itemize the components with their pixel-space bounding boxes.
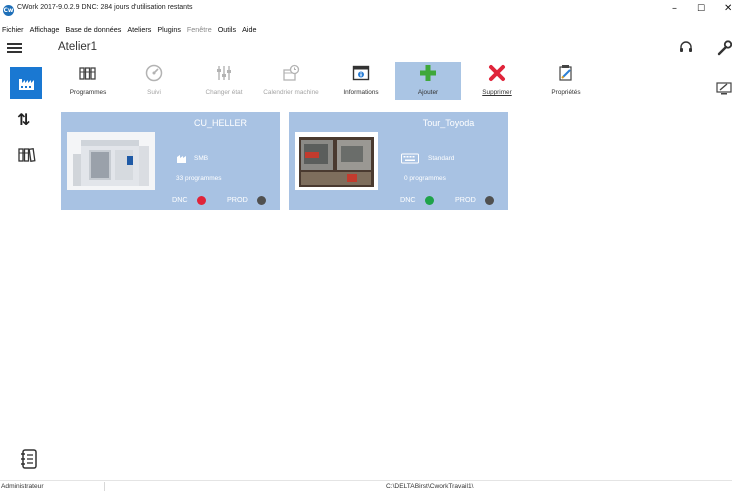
journal-icon[interactable] — [20, 449, 38, 469]
factory-icon — [19, 79, 34, 90]
menu-aide[interactable]: Aide — [239, 23, 259, 37]
machine-card[interactable]: Tour_Toyoda Standard 0 programmes DNC PR… — [289, 112, 508, 210]
program-count: 33 programmes — [176, 175, 222, 182]
keyboard-icon — [401, 153, 419, 164]
menu-fichier[interactable]: Fichier — [0, 23, 27, 37]
supprimer-button[interactable]: Supprimer — [464, 62, 530, 100]
close-button[interactable]: ✕ — [724, 3, 732, 15]
headset-icon[interactable] — [679, 40, 693, 54]
calendar-clock-icon — [283, 64, 300, 81]
calendrier-machine-label: Calendrier machine — [263, 89, 319, 96]
page-title: Atelier1 — [58, 41, 97, 53]
status-divider — [104, 482, 105, 491]
program-count: 0 programmes — [404, 175, 446, 182]
programmes-label: Programmes — [69, 89, 107, 96]
machine-card[interactable]: CU_HELLER SMB 33 programmes DNC PROD — [61, 112, 280, 210]
window-title: CWork 2017-9.0.2.9 DNC: 284 jours d'util… — [17, 4, 193, 11]
monitor-edit-icon[interactable] — [716, 80, 732, 96]
plus-icon — [420, 65, 436, 81]
machine-type: Standard — [428, 155, 455, 162]
machine-name: Tour_Toyoda — [422, 118, 475, 128]
supprimer-label: Supprimer — [482, 89, 512, 96]
ajouter-button[interactable]: Ajouter — [395, 62, 461, 100]
status-user: Administrateur — [1, 483, 44, 490]
wrench-icon[interactable] — [716, 40, 732, 56]
machine-thumbnail — [295, 132, 378, 190]
dnc-status-indicator — [197, 196, 206, 205]
status-bar: Administrateur C:\DELTABirst\CworkTravai… — [0, 480, 732, 491]
menu-bar: Fichier Affichage Base de données Atelie… — [0, 23, 259, 37]
transfer-arrows-icon[interactable]: ⇅ — [17, 110, 30, 129]
factory-icon — [177, 155, 186, 163]
hamburger-menu-icon[interactable] — [7, 41, 22, 55]
books-icon[interactable] — [18, 147, 36, 163]
properties-icon — [559, 65, 572, 81]
menu-plugins[interactable]: Plugins — [154, 23, 184, 37]
machine-name: CU_HELLER — [193, 118, 248, 128]
calendrier-machine-button[interactable]: Calendrier machine — [258, 62, 324, 100]
sidebar-item-workshop[interactable] — [10, 67, 42, 99]
delete-x-icon — [489, 65, 505, 81]
app-logo-icon: Cw — [3, 5, 14, 16]
dnc-label: DNC — [400, 195, 416, 204]
prod-label: PROD — [227, 195, 248, 204]
prod-status-indicator — [257, 196, 266, 205]
machine-type: SMB — [194, 155, 209, 162]
status-path: C:\DELTABirst\CworkTravail1\ — [386, 483, 474, 490]
menu-affichage[interactable]: Affichage — [27, 23, 63, 37]
ajouter-label: Ajouter — [417, 89, 439, 96]
menu-ateliers[interactable]: Ateliers — [124, 23, 154, 37]
books-icon — [79, 67, 96, 80]
suivi-button[interactable]: Suivi — [121, 62, 187, 100]
menu-base-de-donnees[interactable]: Base de données — [62, 23, 124, 37]
changer-etat-label: Changer état — [205, 89, 243, 96]
title-bar: Cw CWork 2017-9.0.2.9 DNC: 284 jours d'u… — [0, 0, 732, 21]
minimize-button[interactable]: – — [672, 3, 677, 15]
proprietes-label: Propriétés — [551, 89, 581, 96]
informations-button[interactable]: Informations — [328, 62, 394, 100]
suivi-label: Suivi — [147, 89, 161, 96]
dnc-status-indicator — [425, 196, 434, 205]
gauge-icon — [145, 64, 163, 82]
proprietes-button[interactable]: Propriétés — [533, 62, 599, 100]
prod-label: PROD — [455, 195, 476, 204]
dnc-label: DNC — [172, 195, 188, 204]
machine-thumbnail — [67, 132, 155, 190]
maximize-button[interactable]: ☐ — [697, 3, 705, 15]
menu-outils[interactable]: Outils — [215, 23, 239, 37]
menu-fenetre[interactable]: Fenêtre — [184, 23, 215, 37]
informations-label: Informations — [343, 89, 379, 96]
prod-status-indicator — [485, 196, 494, 205]
sliders-icon — [217, 66, 231, 80]
programmes-button[interactable]: Programmes — [55, 62, 121, 100]
info-window-icon — [352, 65, 370, 81]
changer-etat-button[interactable]: Changer état — [191, 62, 257, 100]
